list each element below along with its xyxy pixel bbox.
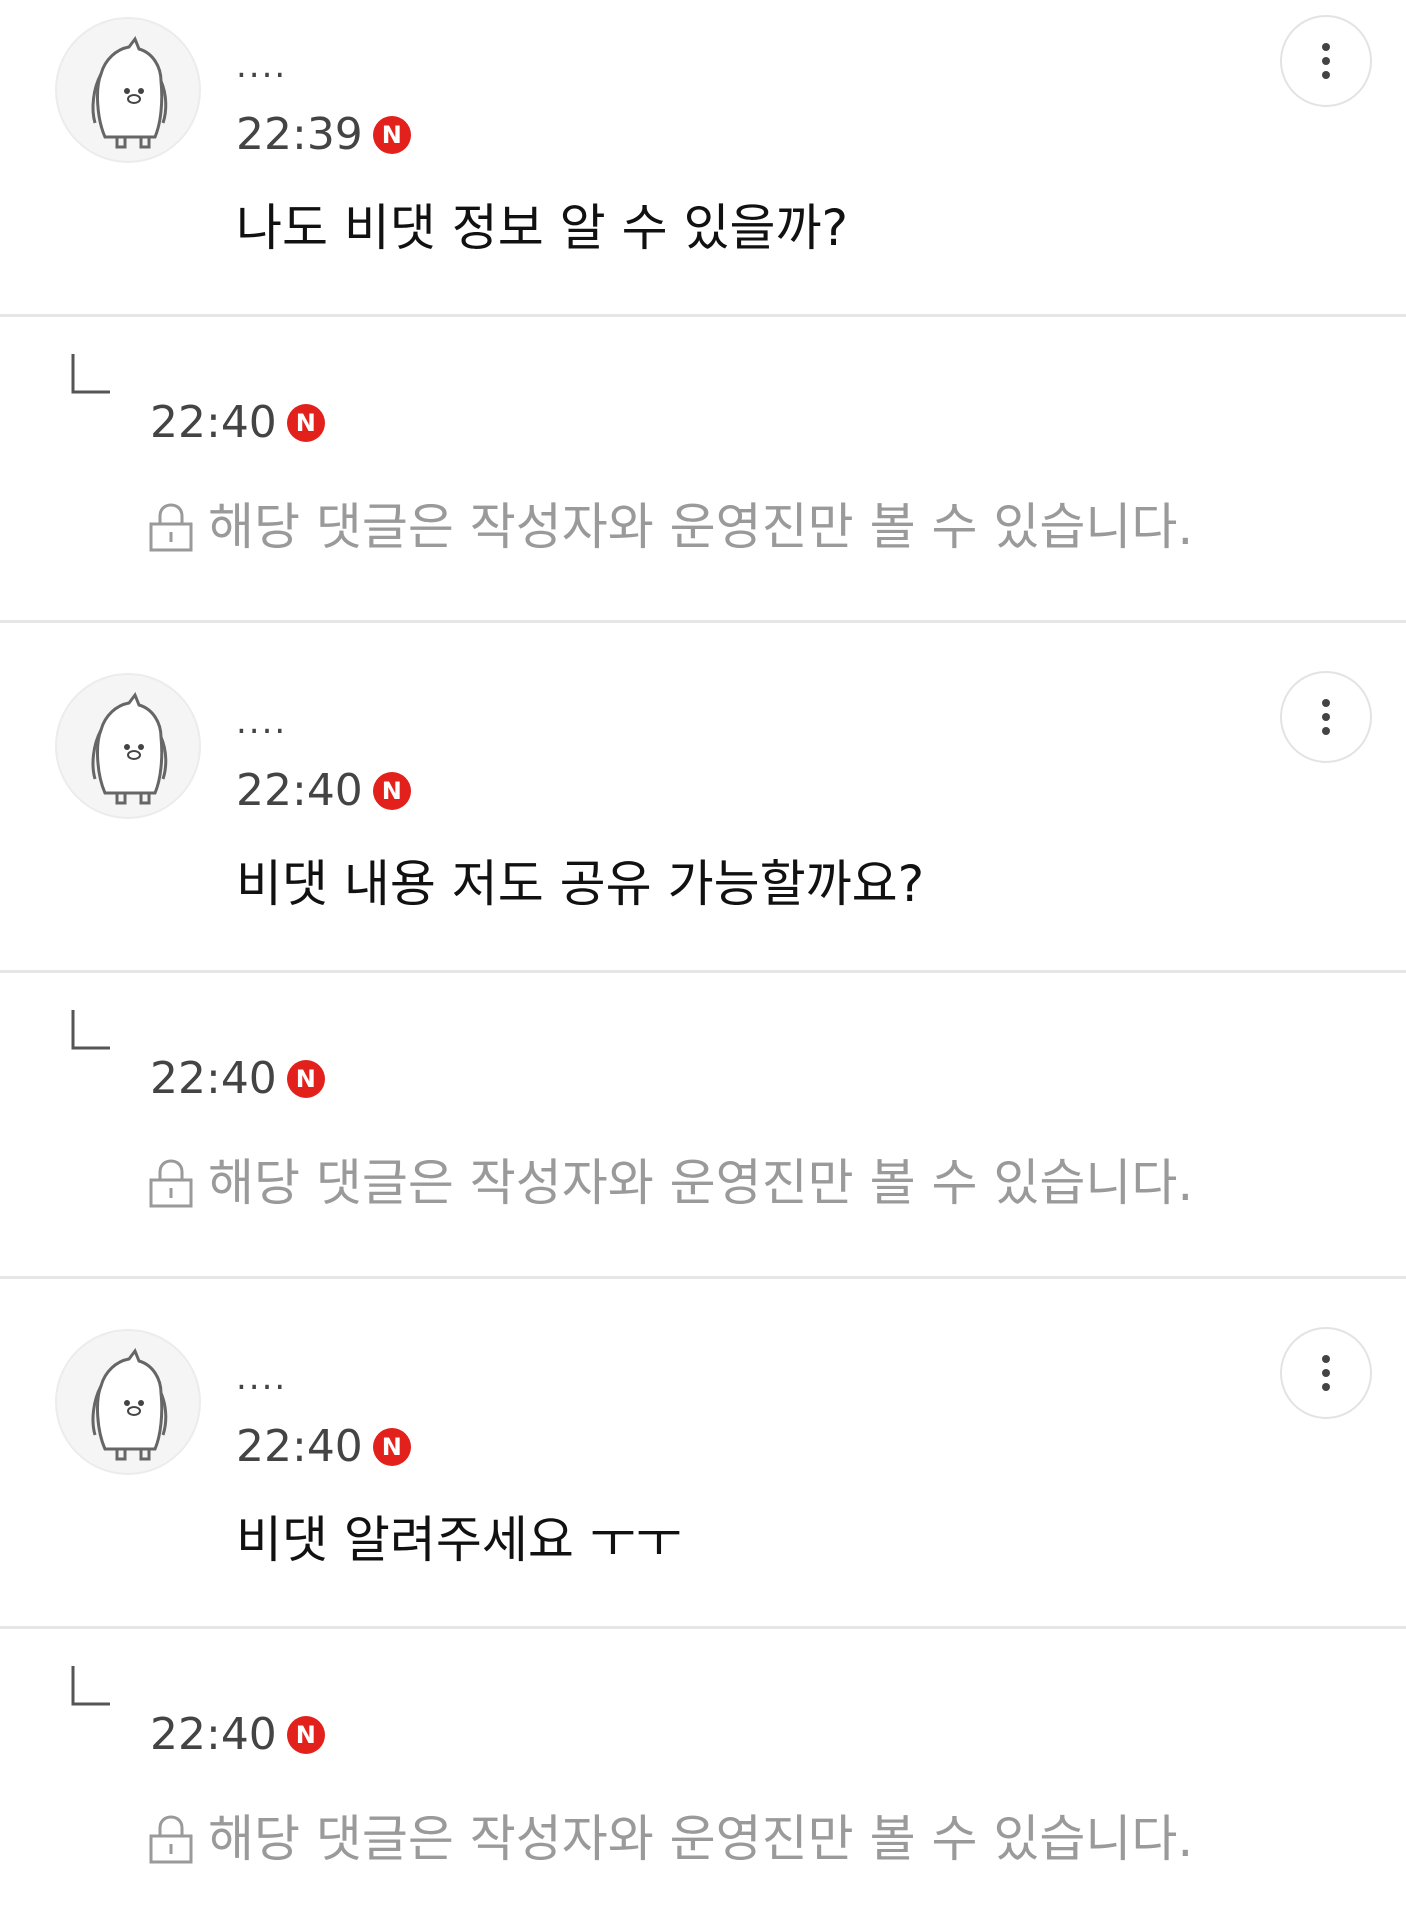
secret-notice: 해당 댓글은 작성자와 운영진만 볼 수 있습니다.: [148, 495, 1193, 559]
new-badge: N: [372, 772, 411, 810]
reply-item: 22:40 N 해당 댓글은 작성자와 운영진만 볼 수 있습니다.: [0, 973, 1406, 1276]
penguin-avatar-icon[interactable]: [55, 1329, 201, 1475]
secret-text: 해당 댓글은 작성자와 운영진만 볼 수 있습니다.: [208, 498, 1194, 556]
reply-item: 22:40 N 해당 댓글은 작성자와 운영진만 볼 수 있습니다.: [0, 1629, 1406, 1920]
divider: [0, 1276, 1406, 1279]
comment-time-text: 22:40: [236, 765, 363, 816]
comment-nickname[interactable]: ....: [236, 1358, 287, 1398]
penguin-avatar-icon[interactable]: [55, 673, 201, 819]
comment-time: 22:39 N: [236, 108, 411, 162]
reply-time: 22:40 N: [150, 1708, 325, 1762]
comment-item: .... 22:40 N 비댓 알려주세요 ㅜㅜ: [0, 1312, 1406, 1626]
reply-time-text: 22:40: [150, 1053, 277, 1104]
more-vertical-icon: [1322, 699, 1330, 735]
comment-body: 비댓 알려주세요 ㅜㅜ: [236, 1511, 682, 1569]
more-options-button[interactable]: [1280, 15, 1372, 107]
new-badge: N: [286, 1060, 325, 1098]
lock-icon: [149, 1815, 193, 1864]
secret-notice: 해당 댓글은 작성자와 운영진만 볼 수 있습니다.: [148, 1151, 1193, 1215]
reply-item: 22:40 N 해당 댓글은 작성자와 운영진만 볼 수 있습니다.: [0, 317, 1406, 620]
comment-time: 22:40 N: [236, 764, 411, 818]
comment-time: 22:40 N: [236, 1420, 411, 1474]
comment-time-text: 22:39: [236, 109, 363, 160]
comment-nickname[interactable]: ....: [236, 702, 287, 742]
divider: [0, 620, 1406, 623]
more-vertical-icon: [1322, 43, 1330, 79]
reply-time: 22:40 N: [150, 396, 325, 450]
more-vertical-icon: [1322, 1355, 1330, 1391]
new-badge: N: [372, 1428, 411, 1466]
comment-time-text: 22:40: [236, 1421, 363, 1472]
reply-arrow-icon: [71, 1010, 110, 1050]
lock-icon: [149, 1159, 193, 1208]
comment-item: .... 22:39 N 나도 비댓 정보 알 수 있을까?: [0, 0, 1406, 314]
new-badge: N: [286, 404, 325, 442]
reply-time-text: 22:40: [150, 1709, 277, 1760]
reply-arrow-icon: [71, 1666, 110, 1706]
more-options-button[interactable]: [1280, 1327, 1372, 1419]
secret-text: 해당 댓글은 작성자와 운영진만 볼 수 있습니다.: [208, 1154, 1194, 1212]
secret-text: 해당 댓글은 작성자와 운영진만 볼 수 있습니다.: [208, 1810, 1194, 1868]
penguin-avatar-icon[interactable]: [55, 17, 201, 163]
new-badge: N: [372, 116, 411, 154]
comment-body: 비댓 내용 저도 공유 가능할까요?: [236, 855, 925, 913]
reply-arrow-icon: [71, 354, 110, 394]
more-options-button[interactable]: [1280, 671, 1372, 763]
reply-time-text: 22:40: [150, 397, 277, 448]
comment-body: 나도 비댓 정보 알 수 있을까?: [236, 199, 849, 257]
lock-icon: [149, 503, 193, 552]
secret-notice: 해당 댓글은 작성자와 운영진만 볼 수 있습니다.: [148, 1807, 1193, 1871]
comment-list: .... 22:39 N 나도 비댓 정보 알 수 있을까? 22:40 N 해…: [0, 0, 1406, 1920]
comment-nickname[interactable]: ....: [236, 46, 287, 86]
comment-item: .... 22:40 N 비댓 내용 저도 공유 가능할까요?: [0, 656, 1406, 970]
new-badge: N: [286, 1716, 325, 1754]
reply-time: 22:40 N: [150, 1052, 325, 1106]
